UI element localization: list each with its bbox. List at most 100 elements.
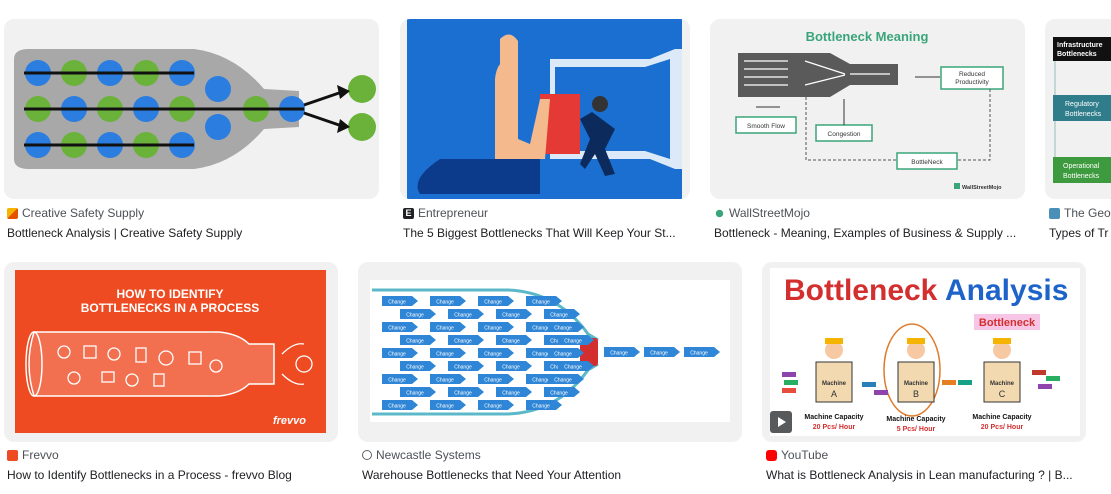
result-title[interactable]: Warehouse Bottlenecks that Need Your Att…	[362, 468, 742, 482]
regulatory-line2: Bottlenecks	[1065, 111, 1102, 118]
source-name: The Geo	[1064, 206, 1111, 220]
hand-push-illustration	[407, 19, 682, 199]
result-title[interactable]: The 5 Biggest Bottlenecks That Will Keep…	[403, 226, 688, 240]
capacity-b-value: 5 Pcs/ Hour	[897, 426, 936, 433]
change-arrow: Change	[548, 374, 584, 384]
change-arrow: Change	[430, 400, 466, 410]
svg-text:Change: Change	[388, 378, 406, 384]
thumbnail-bottleneck-analysis[interactable]: Bottleneck Analysis Bottleneck Machine A…	[762, 262, 1086, 442]
svg-text:Change: Change	[532, 378, 550, 384]
reduced-label: Reduced	[959, 71, 985, 78]
svg-text:Change: Change	[406, 339, 424, 345]
change-arrow: Change	[382, 400, 418, 410]
svg-text:Change: Change	[484, 326, 502, 332]
svg-text:Change: Change	[454, 313, 472, 319]
result-title[interactable]: How to Identify Bottlenecks in a Process…	[7, 468, 337, 482]
operational-line2: Bottlenecks	[1063, 173, 1100, 180]
wallstreetmojo-favicon	[714, 207, 725, 219]
thumbnail-bottleneck-types[interactable]: Infrastructure Bottlenecks Regulatory Bo…	[1045, 19, 1111, 199]
svg-text:Change: Change	[388, 300, 406, 306]
change-arrow: Change	[548, 322, 584, 332]
result-title[interactable]: Bottleneck - Meaning, Examples of Busine…	[714, 226, 1024, 240]
bottleneck-box-label: BottleNeck	[911, 159, 943, 166]
change-arrow: Change	[684, 347, 720, 357]
change-arrow: Change	[526, 296, 562, 306]
frevvo-logo: frevvo	[273, 415, 306, 427]
the-geo-favicon	[1049, 207, 1060, 219]
svg-text:Change: Change	[436, 326, 454, 332]
change-arrow: Change	[496, 361, 532, 371]
change-arrow: Change	[526, 400, 562, 410]
change-arrow: Change	[430, 296, 466, 306]
thumbnail-warehouse-bottlenecks[interactable]: Change Change Change Change Change Change Chan…	[358, 262, 742, 442]
change-arrows-illustration: Change Change Change Change Change Change Chan…	[370, 280, 730, 422]
svg-text:Change: Change	[550, 391, 568, 397]
machine-a-label: Machine	[822, 381, 847, 387]
svg-text:Change: Change	[564, 339, 582, 345]
change-arrow: Change	[644, 347, 680, 357]
machine-b-label: Machine	[904, 381, 929, 387]
play-icon[interactable]	[770, 411, 792, 433]
creative-safety-favicon	[7, 207, 18, 219]
change-arrow: Change	[496, 387, 532, 397]
svg-text:Change: Change	[454, 365, 472, 371]
svg-text:Change: Change	[502, 313, 520, 319]
machine-c-label: Machine	[990, 381, 1015, 387]
change-arrow: Change	[496, 335, 532, 345]
change-arrow: Change	[430, 348, 466, 358]
wsm-logo: WallStreetMojo	[962, 185, 1002, 191]
change-arrow: Change	[382, 348, 418, 358]
youtube-favicon	[766, 449, 777, 461]
thumbnail-hand-push[interactable]	[400, 19, 690, 199]
bottleneck-analysis-illustration: Bottleneck Analysis Bottleneck Machine A…	[770, 268, 1080, 436]
bottleneck-meaning-diagram: Bottleneck Meaning Reduced Productivity …	[735, 29, 1004, 191]
svg-text:Change: Change	[436, 300, 454, 306]
source-name: Entrepreneur	[418, 206, 489, 220]
change-arrow: Change	[558, 335, 594, 345]
thumbnail-bottleneck-meaning[interactable]: Bottleneck Meaning Reduced Productivity …	[710, 19, 1025, 199]
change-arrow: Change	[448, 309, 484, 319]
change-arrow: Change	[496, 309, 532, 319]
svg-text:Change: Change	[388, 326, 406, 332]
svg-text:Change: Change	[436, 378, 454, 384]
change-arrow: Change	[382, 322, 418, 332]
svg-text:Change: Change	[406, 391, 424, 397]
bottleneck-types-diagram: Infrastructure Bottlenecks Regulatory Bo…	[1053, 37, 1111, 183]
svg-text:Change: Change	[388, 404, 406, 410]
title-part2: Analysis	[945, 274, 1068, 307]
svg-text:Change: Change	[532, 404, 550, 410]
change-arrow: Change	[544, 309, 580, 319]
regulatory-line1: Regulatory	[1065, 101, 1099, 108]
source-name: Creative Safety Supply	[22, 206, 145, 220]
change-arrow: Change	[430, 374, 466, 384]
source-name: YouTube	[781, 448, 829, 462]
source-name: Frevvo	[22, 448, 59, 462]
svg-text:Change: Change	[554, 378, 572, 384]
machine-a-letter: A	[831, 389, 837, 399]
frevvo-heading-line2: BOTTLENECKS IN A PROCESS	[81, 301, 259, 315]
infra-line2: Bottlenecks	[1057, 51, 1097, 58]
svg-text:Change: Change	[650, 351, 668, 357]
smooth-flow-label: Smooth Flow	[747, 123, 785, 130]
result-title[interactable]: What is Bottleneck Analysis in Lean manu…	[766, 468, 1084, 482]
change-arrow: Change	[448, 335, 484, 345]
svg-text:Change: Change	[388, 352, 406, 358]
change-arrow: Change	[448, 361, 484, 371]
svg-text:Change: Change	[502, 391, 520, 397]
svg-text:Change: Change	[564, 365, 582, 371]
change-arrow: Change	[548, 348, 584, 358]
change-arrow: Change	[478, 296, 514, 306]
svg-text:Change: Change	[550, 313, 568, 319]
result-title[interactable]: Types of Tr	[1049, 226, 1111, 240]
change-arrow: Change	[544, 387, 580, 397]
result-title[interactable]: Bottleneck Analysis | Creative Safety Su…	[7, 226, 372, 240]
change-arrow: Change	[400, 335, 436, 345]
thumbnail-identify-bottlenecks[interactable]: HOW TO IDENTIFY BOTTLENECKS IN A PROCESS…	[4, 262, 338, 442]
change-arrow: Change	[604, 347, 640, 357]
svg-text:Change: Change	[436, 352, 454, 358]
thumbnail-bottle-diagram[interactable]	[4, 19, 379, 199]
operational-line1: Operational	[1063, 163, 1100, 170]
change-arrow: Change	[430, 322, 466, 332]
svg-text:Change: Change	[484, 352, 502, 358]
svg-text:Change: Change	[690, 351, 708, 357]
